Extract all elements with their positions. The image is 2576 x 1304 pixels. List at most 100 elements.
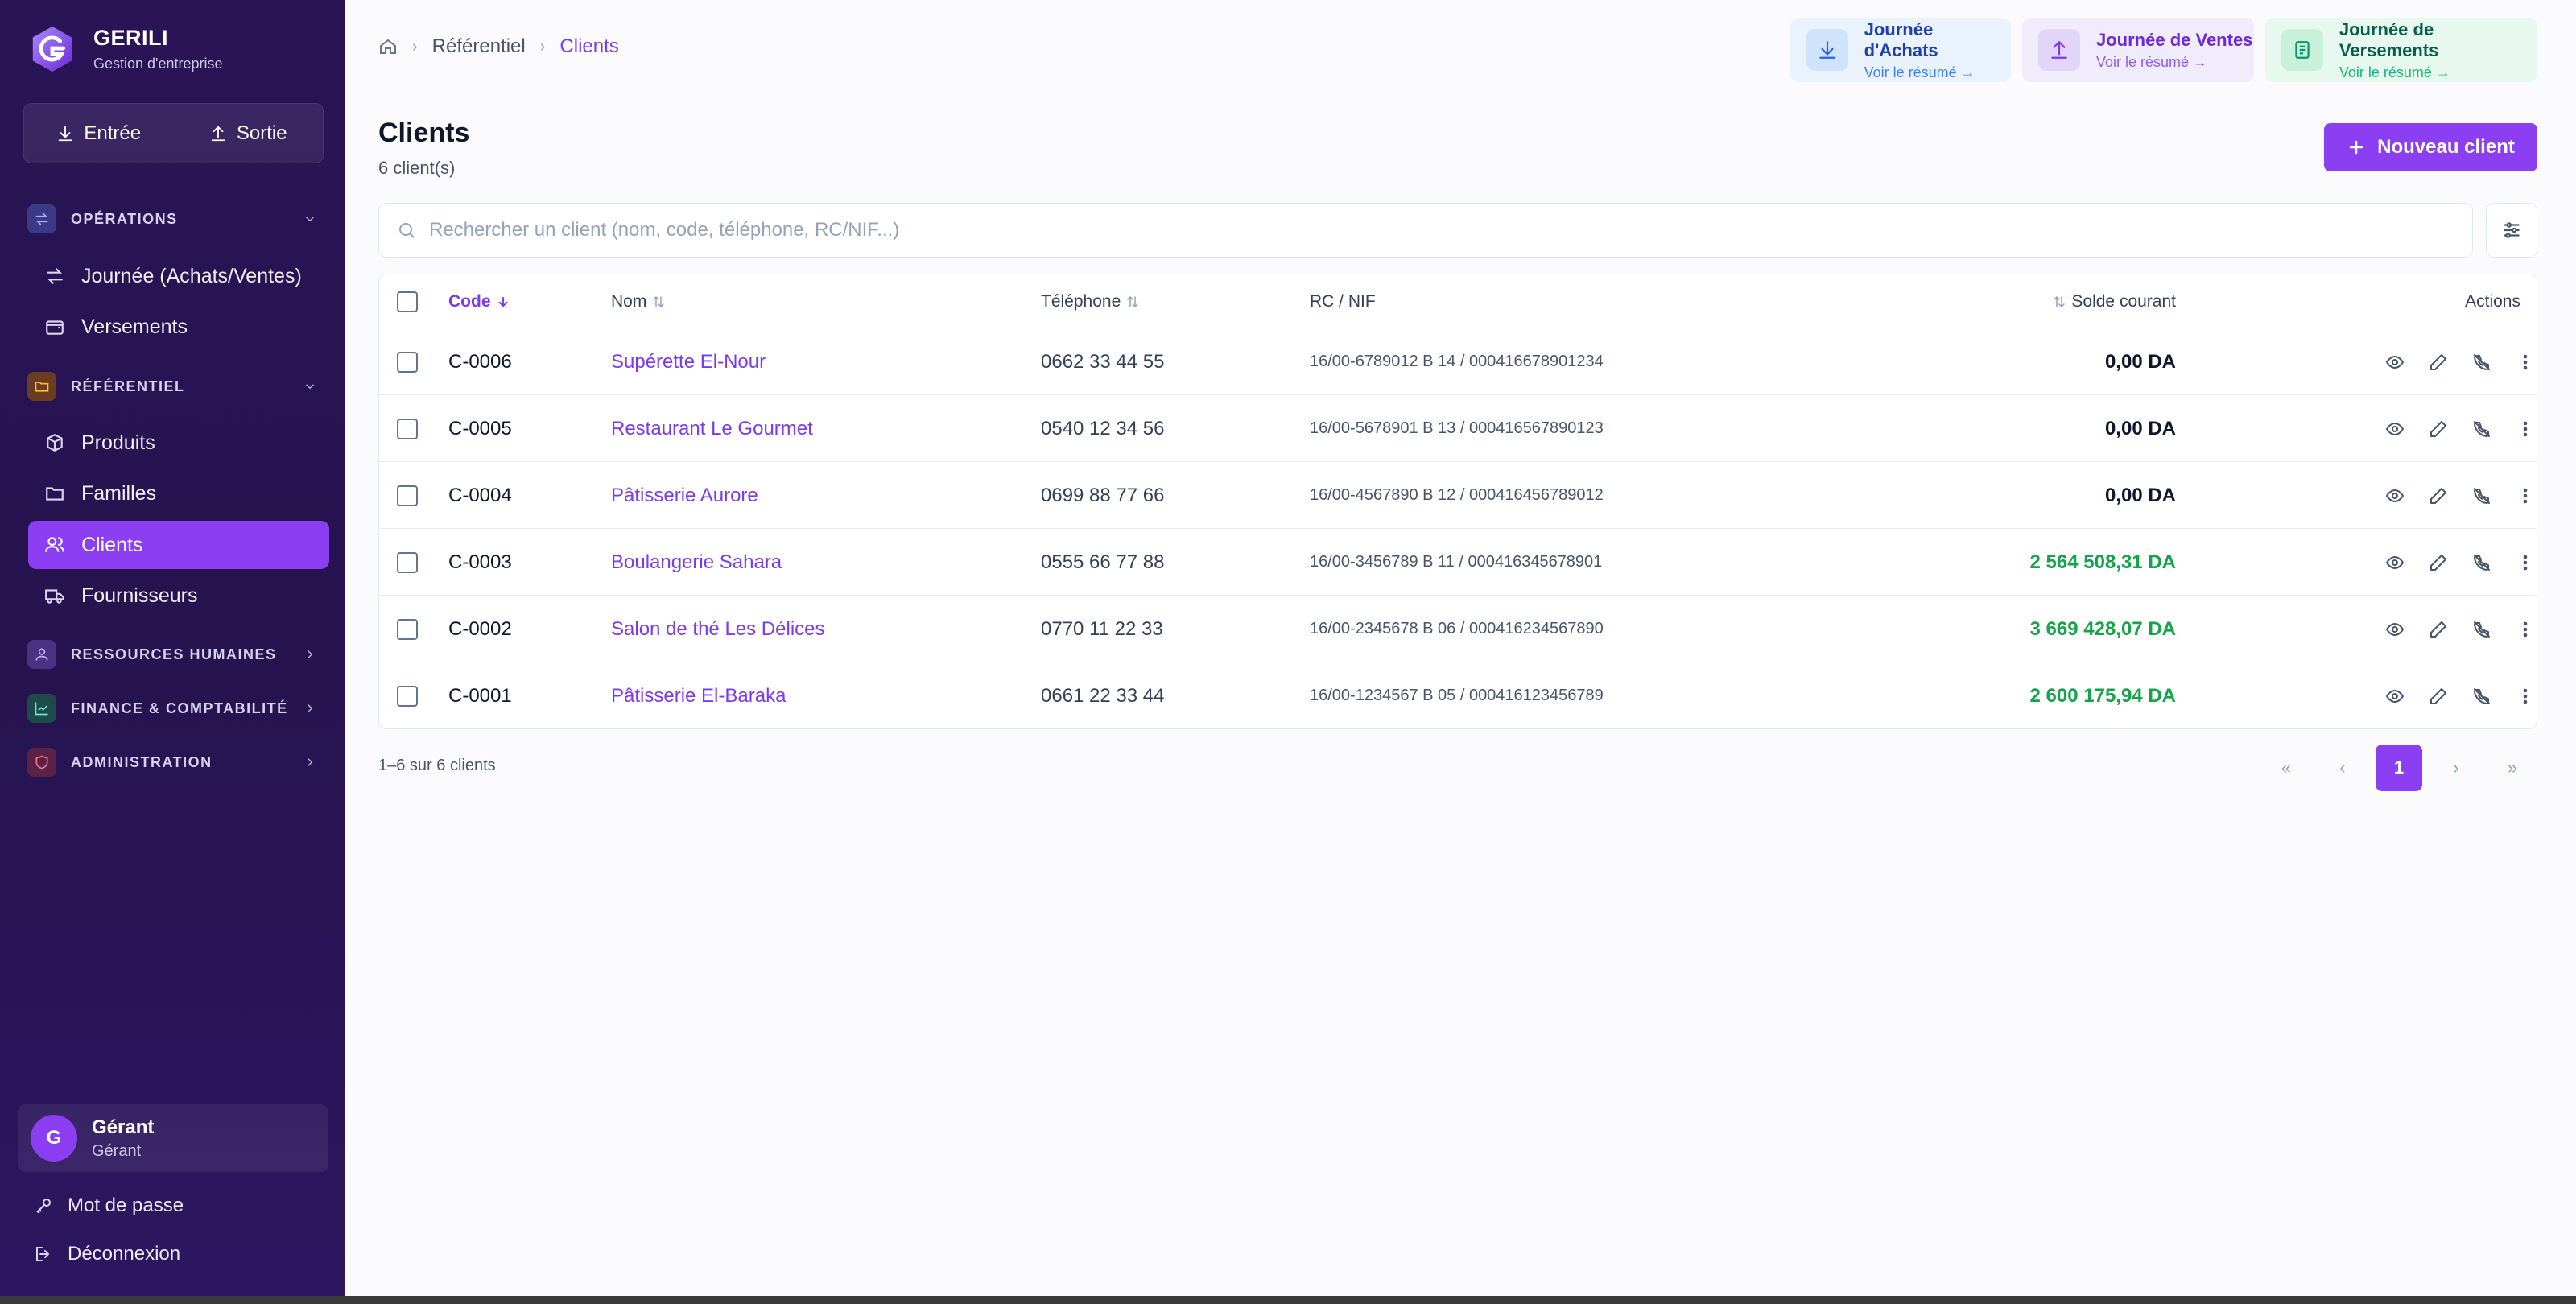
client-phone: 0540 12 34 56 bbox=[1041, 417, 1165, 439]
eye-icon[interactable] bbox=[2385, 687, 2405, 706]
row-checkbox[interactable] bbox=[397, 685, 418, 707]
row-checkbox[interactable] bbox=[397, 418, 418, 439]
row-checkbox[interactable] bbox=[397, 351, 418, 373]
client-name-link[interactable]: Restaurant Le Gourmet bbox=[611, 395, 813, 462]
section-finance-label: FINANCE & COMPTABILITÉ bbox=[71, 699, 288, 716]
header-code[interactable]: Code bbox=[448, 274, 510, 328]
more-icon[interactable] bbox=[2516, 486, 2535, 506]
eye-icon[interactable] bbox=[2385, 419, 2405, 439]
section-finance[interactable]: FINANCE & COMPTABILITÉ bbox=[27, 691, 317, 726]
pencil-icon[interactable] bbox=[2429, 486, 2448, 506]
section-operations[interactable]: OPÉRATIONS bbox=[27, 201, 317, 237]
sidebar-item-fournisseurs[interactable]: Fournisseurs bbox=[28, 572, 329, 620]
eye-icon[interactable] bbox=[2385, 620, 2405, 639]
arrows-icon bbox=[47, 268, 63, 284]
download-icon bbox=[59, 126, 72, 141]
client-balance: 0,00 DA bbox=[2104, 417, 2176, 439]
section-admin[interactable]: ADMINISTRATION bbox=[27, 745, 317, 780]
search-box bbox=[378, 203, 2473, 258]
eye-icon[interactable] bbox=[2385, 353, 2405, 372]
header-rc: RC / NIF bbox=[1310, 274, 1376, 328]
filter-button[interactable] bbox=[2486, 203, 2537, 258]
row-select-cell bbox=[397, 529, 418, 596]
prev-page-button[interactable]: ‹ bbox=[2319, 745, 2366, 791]
entree-button[interactable]: Entrée bbox=[24, 104, 174, 163]
phone-off-icon[interactable] bbox=[2472, 553, 2491, 572]
arrow-down-icon bbox=[498, 296, 507, 307]
search-input[interactable] bbox=[429, 219, 2472, 241]
more-icon[interactable] bbox=[2516, 620, 2535, 639]
user-name: Gérant bbox=[92, 1116, 155, 1138]
section-admin-label: ADMINISTRATION bbox=[71, 753, 213, 770]
sidebar-item-label: Produits bbox=[81, 431, 155, 454]
client-name-link[interactable]: Pâtisserie El-Baraka bbox=[611, 662, 786, 728]
select-all-checkbox[interactable] bbox=[397, 291, 418, 312]
client-name-link[interactable]: Salon de thé Les Délices bbox=[611, 596, 825, 662]
table-row[interactable]: C-0005 Restaurant Le Gourmet 0540 12 34 56… bbox=[379, 395, 2537, 462]
breadcrumb-separator: › bbox=[539, 37, 546, 56]
more-icon[interactable] bbox=[2516, 553, 2535, 572]
section-rh[interactable]: RESSOURCES HUMAINES bbox=[27, 637, 317, 672]
more-icon[interactable] bbox=[2516, 353, 2535, 372]
logout-link[interactable]: Déconnexion bbox=[34, 1243, 180, 1265]
sidebar-item-versements[interactable]: Versements bbox=[28, 303, 329, 351]
page-title: Clients bbox=[378, 118, 470, 148]
last-page-button[interactable]: » bbox=[2489, 745, 2536, 791]
sortie-button[interactable]: Sortie bbox=[174, 104, 324, 163]
logout-label: Déconnexion bbox=[68, 1243, 181, 1265]
more-icon[interactable] bbox=[2516, 419, 2535, 439]
row-checkbox[interactable] bbox=[397, 485, 418, 506]
pencil-icon[interactable] bbox=[2429, 553, 2448, 572]
chevron-right-icon bbox=[308, 757, 313, 767]
phone-off-icon[interactable] bbox=[2472, 353, 2491, 372]
journal-ventes-card[interactable]: Journée de Ventes Voir le résumé → bbox=[2022, 18, 2254, 82]
page-1-button[interactable]: 1 bbox=[2376, 745, 2422, 791]
table-row[interactable]: C-0003 Boulangerie Sahara 0555 66 77 88 16/… bbox=[379, 529, 2537, 596]
phone-off-icon[interactable] bbox=[2472, 687, 2491, 706]
next-page-button[interactable]: › bbox=[2433, 745, 2479, 791]
row-checkbox[interactable] bbox=[397, 618, 418, 640]
pencil-icon[interactable] bbox=[2429, 620, 2448, 639]
password-link[interactable]: Mot de passe bbox=[34, 1195, 184, 1217]
new-client-button[interactable]: Nouveau client bbox=[2324, 123, 2537, 171]
client-name-link[interactable]: Boulangerie Sahara bbox=[611, 529, 782, 596]
sidebar-item-clients[interactable]: Clients bbox=[28, 521, 329, 569]
phone-off-icon[interactable] bbox=[2472, 620, 2491, 639]
row-checkbox[interactable] bbox=[397, 551, 418, 573]
header-name[interactable]: Nom bbox=[611, 274, 666, 328]
phone-off-icon[interactable] bbox=[2472, 419, 2491, 439]
table-row[interactable]: C-0002 Salon de thé Les Délices 0770 11 22… bbox=[379, 596, 2537, 662]
sidebar: GERILI Gestion d'entreprise Entrée Sorti… bbox=[0, 0, 345, 1296]
header-balance[interactable]: Solde courant bbox=[2036, 274, 2176, 328]
sidebar-item-familles[interactable]: Familles bbox=[28, 469, 329, 518]
client-name-link[interactable]: Supérette El-Nour bbox=[611, 328, 766, 395]
table-row[interactable]: C-0001 Pâtisserie El-Baraka 0661 22 33 44 1… bbox=[379, 662, 2537, 728]
first-page-button[interactable]: « bbox=[2263, 745, 2310, 791]
header-rc-label: RC / NIF bbox=[1310, 291, 1376, 311]
eye-icon[interactable] bbox=[2385, 553, 2405, 572]
journal-versements-card[interactable]: Journée de Versements Voir le résumé → bbox=[2265, 18, 2537, 82]
pencil-icon[interactable] bbox=[2429, 687, 2448, 706]
section-operations-label: OPÉRATIONS bbox=[71, 210, 178, 227]
sidebar-item-produits[interactable]: Produits bbox=[28, 419, 329, 467]
pencil-icon[interactable] bbox=[2429, 419, 2448, 439]
brand[interactable]: GERILI Gestion d'entreprise bbox=[27, 24, 223, 74]
sort-icon bbox=[2054, 295, 2066, 307]
eye-icon[interactable] bbox=[2385, 486, 2405, 506]
avatar: G bbox=[31, 1115, 77, 1162]
client-name-link[interactable]: Pâtisserie Aurore bbox=[611, 462, 758, 529]
table-row[interactable]: C-0004 Pâtisserie Aurore 0699 88 77 66 16/0… bbox=[379, 462, 2537, 529]
more-icon[interactable] bbox=[2516, 687, 2535, 706]
header-phone[interactable]: Téléphone bbox=[1041, 274, 1140, 328]
breadcrumb-referentiel[interactable]: Référentiel bbox=[432, 35, 526, 58]
user-card[interactable]: G Gérant Gérant bbox=[18, 1104, 328, 1172]
pencil-icon[interactable] bbox=[2429, 353, 2448, 372]
table-row[interactable]: C-0006 Supérette El-Nour 0662 33 44 55 16/0… bbox=[379, 328, 2537, 395]
sidebar-item-journee[interactable]: Journée (Achats/Ventes) bbox=[28, 252, 329, 300]
section-referentiel-label: RÉFÉRENTIEL bbox=[71, 378, 185, 394]
section-referentiel[interactable]: RÉFÉRENTIEL bbox=[27, 369, 317, 404]
journal-achats-card[interactable]: Journée d'Achats Voir le résumé → bbox=[1790, 18, 2011, 82]
client-code: C-0006 bbox=[448, 350, 512, 373]
home-icon[interactable] bbox=[378, 37, 398, 56]
phone-off-icon[interactable] bbox=[2472, 486, 2491, 506]
